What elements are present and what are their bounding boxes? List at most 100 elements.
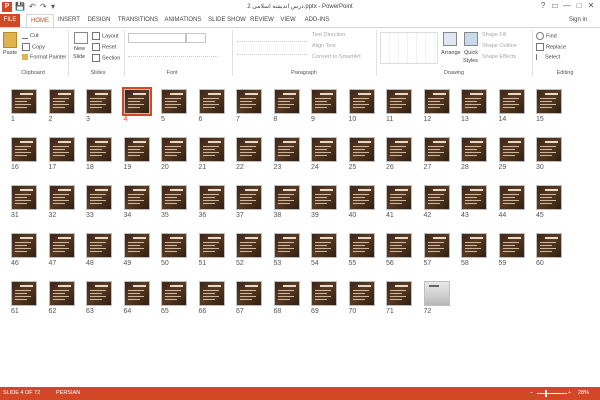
slide-thumbnail-image[interactable] — [236, 233, 262, 258]
slide-thumbnail-image[interactable] — [311, 137, 337, 162]
slide-thumbnail-image[interactable] — [348, 233, 375, 258]
slide-thumbnail-image[interactable] — [386, 89, 412, 114]
slide-thumbnail-image[interactable] — [348, 281, 375, 306]
slide-thumbnail-image[interactable] — [161, 233, 187, 258]
shape-fill-button[interactable]: Shape Fill — [482, 32, 506, 38]
language-indicator[interactable]: PERSIAN — [56, 390, 80, 396]
slide-thumbnail-image[interactable] — [236, 89, 262, 114]
shape-outline-button[interactable]: Shape Outline — [482, 43, 517, 49]
slide-thumbnail-image[interactable] — [86, 185, 112, 210]
slide-thumbnail-image[interactable] — [11, 89, 37, 114]
slide-thumbnail-image[interactable] — [423, 137, 450, 162]
slide-thumbnail-image[interactable] — [123, 233, 150, 258]
slide-thumbnail-image[interactable] — [48, 233, 75, 258]
slide-thumbnail-image[interactable] — [461, 137, 487, 162]
alignment-buttons[interactable] — [237, 46, 307, 55]
arrange-button[interactable]: Arrange — [441, 50, 461, 56]
slide-thumbnail-image[interactable] — [386, 233, 412, 258]
slide-thumbnail-image[interactable] — [498, 233, 525, 258]
quick-styles-icon[interactable] — [464, 32, 478, 46]
slide-thumbnail-image[interactable] — [11, 137, 37, 162]
slide-thumbnail-image[interactable] — [86, 137, 112, 162]
slide-thumbnail-image[interactable] — [161, 281, 187, 306]
font-size-combo[interactable] — [186, 33, 206, 43]
slide-thumbnail-image[interactable] — [386, 281, 412, 306]
tab-insert[interactable]: INSERT — [57, 14, 81, 27]
slide-thumbnail-image[interactable] — [121, 87, 152, 116]
slide-thumbnail-image[interactable] — [536, 185, 562, 210]
slide-thumbnail-image[interactable] — [311, 281, 337, 306]
slide-thumbnail-image[interactable] — [123, 281, 150, 306]
new-slide-label[interactable]: Slide — [73, 54, 85, 60]
slide-thumbnail-image[interactable] — [273, 281, 300, 306]
layout-button[interactable]: Layout — [92, 32, 119, 40]
tab-transitions[interactable]: TRANSITIONS — [117, 14, 159, 27]
reset-button[interactable]: Reset — [92, 43, 116, 51]
ribbon-display-options-button[interactable]: ▭ — [550, 1, 560, 10]
slide-thumbnail-image[interactable] — [311, 233, 337, 258]
zoom-slider-thumb[interactable] — [545, 390, 547, 397]
shape-effects-button[interactable]: Shape Effects — [482, 54, 516, 60]
slide-thumbnail-image[interactable] — [423, 281, 450, 306]
quick-styles-label[interactable]: Styles — [463, 58, 478, 64]
paste-button[interactable]: Paste — [3, 50, 17, 56]
zoom-out-button[interactable]: − — [530, 390, 533, 396]
cut-button[interactable]: Cut — [22, 32, 39, 39]
slide-thumbnail-image[interactable] — [348, 137, 375, 162]
tab-home[interactable]: HOME — [26, 14, 54, 28]
slide-thumbnail-image[interactable] — [386, 185, 412, 210]
slide-thumbnail-image[interactable] — [311, 185, 337, 210]
slide-thumbnail-image[interactable] — [273, 233, 300, 258]
tab-file[interactable]: FILE — [0, 14, 20, 27]
slide-thumbnail-image[interactable] — [161, 89, 187, 114]
slide-thumbnail-image[interactable] — [86, 233, 112, 258]
zoom-in-button[interactable]: + — [568, 390, 571, 396]
slide-thumbnail-image[interactable] — [86, 89, 112, 114]
slide-thumbnail-image[interactable] — [198, 233, 225, 258]
slide-thumbnail-image[interactable] — [461, 233, 487, 258]
find-button[interactable]: Find — [536, 32, 557, 40]
tab-view[interactable]: VIEW — [278, 14, 298, 27]
slide-thumbnail-image[interactable] — [11, 185, 37, 210]
slide-thumbnail-image[interactable] — [236, 137, 262, 162]
quick-styles-button[interactable]: Quick — [464, 50, 478, 56]
select-button[interactable]: Select — [536, 54, 560, 60]
arrange-icon[interactable] — [443, 32, 457, 46]
copy-button[interactable]: Copy — [22, 43, 45, 51]
replace-button[interactable]: Replace — [536, 43, 566, 51]
tab-review[interactable]: REVIEW — [250, 14, 274, 27]
slide-thumbnail-image[interactable] — [498, 89, 525, 114]
shapes-gallery[interactable] — [380, 32, 438, 64]
help-button[interactable]: ? — [538, 1, 548, 10]
slide-thumbnail-image[interactable] — [273, 185, 300, 210]
slide-thumbnail-image[interactable] — [123, 137, 150, 162]
tab-slide-show[interactable]: SLIDE SHOW — [208, 14, 246, 27]
slide-thumbnail-image[interactable] — [48, 281, 75, 306]
format-painter-button[interactable]: Format Painter — [22, 54, 66, 60]
slide-thumbnail-image[interactable] — [423, 89, 450, 114]
slide-thumbnail-image[interactable] — [123, 185, 150, 210]
slide-thumbnail-image[interactable] — [236, 281, 262, 306]
new-slide-button[interactable]: New — [74, 46, 85, 52]
new-slide-icon[interactable] — [74, 32, 88, 44]
slide-thumbnail-image[interactable] — [86, 281, 112, 306]
slide-thumbnail-image[interactable] — [311, 89, 337, 114]
convert-smartart-button[interactable]: Convert to SmartArt — [312, 54, 361, 60]
paste-icon[interactable] — [3, 32, 17, 48]
zoom-level[interactable]: 28% — [578, 390, 589, 396]
align-text-button[interactable]: Align Text — [312, 43, 336, 49]
tab-add-ins[interactable]: ADD-INS — [302, 14, 332, 27]
close-button[interactable]: ✕ — [586, 1, 596, 10]
tab-design[interactable]: DESIGN — [86, 14, 112, 27]
tab-animations[interactable]: ANIMATIONS — [163, 14, 203, 27]
font-name-combo[interactable] — [128, 33, 186, 43]
slide-thumbnail-image[interactable] — [273, 89, 300, 114]
slide-thumbnail-image[interactable] — [461, 89, 487, 114]
slide-thumbnail-image[interactable] — [386, 137, 412, 162]
slide-thumbnail-image[interactable] — [423, 185, 450, 210]
slide-thumbnail-image[interactable] — [498, 137, 525, 162]
slide-thumbnail-image[interactable] — [161, 185, 187, 210]
maximize-button[interactable]: □ — [574, 1, 584, 10]
slide-thumbnail-image[interactable] — [161, 137, 187, 162]
slide-thumbnail-image[interactable] — [48, 185, 75, 210]
